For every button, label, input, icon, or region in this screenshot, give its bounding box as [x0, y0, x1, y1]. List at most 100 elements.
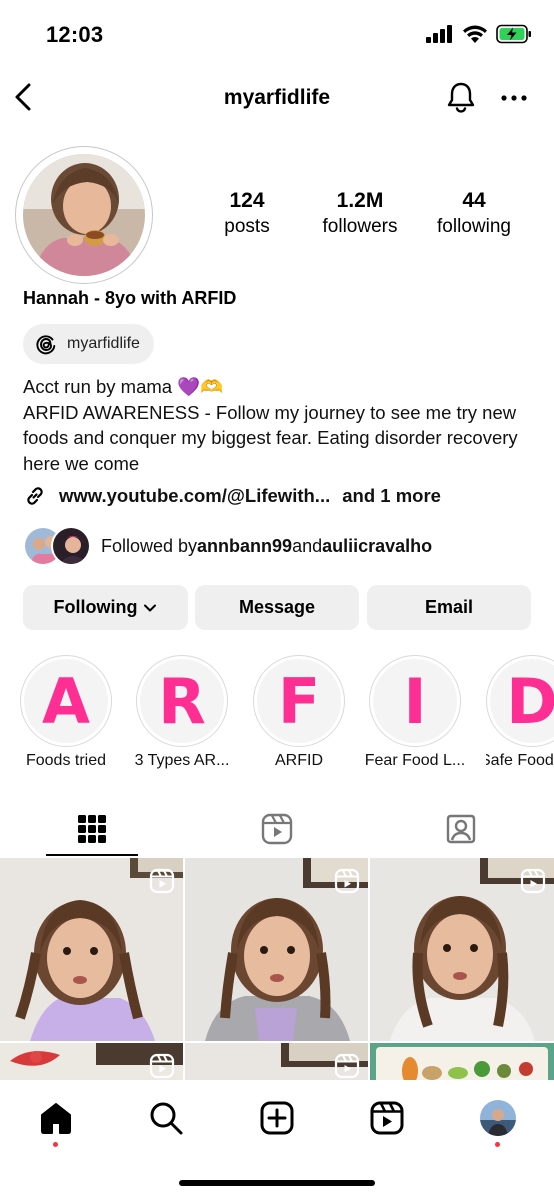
highlight-ring: F	[253, 655, 345, 747]
following-stat[interactable]: 44 following	[414, 188, 534, 239]
highlight-caption: ARFID	[275, 752, 323, 769]
followed-and: and	[292, 535, 323, 556]
home-indicator	[179, 1180, 375, 1186]
posts-grid	[0, 858, 554, 1080]
posts-label: posts	[224, 216, 270, 237]
nav-profile[interactable]	[478, 1098, 518, 1147]
grid-post-3[interactable]	[370, 858, 554, 1041]
highlight-safe-food[interactable]: D Safe Food	[486, 655, 554, 769]
notifications-button[interactable]	[444, 80, 478, 114]
nav-reels[interactable]	[367, 1098, 407, 1138]
grid-post-1[interactable]	[0, 858, 183, 1041]
reel-badge-icon	[334, 1053, 360, 1079]
highlight-ring: A	[20, 655, 112, 747]
posts-count: 124	[229, 189, 265, 212]
tab-tagged[interactable]	[369, 800, 553, 858]
followed-by[interactable]: Followed by annbann99 and auliicravalho	[23, 526, 432, 566]
following-button[interactable]: Following	[23, 585, 188, 630]
followers-stat[interactable]: 1.2M followers	[300, 188, 420, 239]
reel-badge-icon	[149, 1053, 175, 1079]
grid-icon	[78, 815, 106, 843]
email-button[interactable]: Email	[367, 585, 531, 630]
followers-count: 1.2M	[336, 189, 384, 212]
highlight-letter: I	[373, 659, 457, 743]
message-button-label: Message	[238, 597, 316, 617]
highlight-arfid[interactable]: F ARFID	[253, 655, 345, 769]
content-tabs	[0, 800, 554, 858]
home-notification-dot	[53, 1142, 58, 1147]
create-post-icon	[260, 1101, 294, 1135]
reels-nav-icon	[370, 1101, 404, 1135]
grid-post-4[interactable]	[0, 1043, 183, 1080]
chevron-left-icon	[15, 83, 31, 111]
more-options-button[interactable]	[500, 86, 528, 110]
highlight-letter: R	[140, 659, 224, 743]
battery-charging-icon	[496, 24, 531, 44]
highlight-fear-food[interactable]: I Fear Food L...	[365, 655, 465, 769]
profile-header: myarfidlife	[0, 72, 554, 124]
highlight-letter: D	[490, 659, 554, 743]
following-button-label: Following	[53, 597, 138, 617]
highlight-letter: A	[24, 659, 108, 743]
signal-icon	[426, 25, 452, 43]
wifi-icon	[463, 25, 487, 43]
tab-reels[interactable]	[185, 800, 369, 858]
highlight-caption: 3 Types AR...	[134, 752, 230, 769]
reels-icon	[261, 813, 293, 845]
profile-link[interactable]: www.youtube.com/@Lifewith... and 1 more	[23, 484, 441, 508]
more-icon	[501, 95, 527, 101]
nav-profile-avatar	[480, 1100, 516, 1136]
follower-avatar-2	[51, 526, 91, 566]
highlight-caption: Fear Food L...	[364, 752, 466, 769]
status-icons	[426, 24, 532, 44]
link-url[interactable]: www.youtube.com/@Lifewith...	[59, 485, 330, 507]
link-more[interactable]: and 1 more	[342, 485, 441, 507]
profile-notification-dot	[495, 1142, 500, 1147]
email-button-label: Email	[424, 597, 474, 617]
followed-prefix: Followed by	[101, 535, 198, 556]
status-time: 12:03	[46, 22, 104, 47]
back-button[interactable]	[10, 80, 38, 114]
highlight-safe-food-clip: D Safe Food	[486, 655, 554, 785]
profile-picture[interactable]	[23, 154, 145, 276]
profile-full-name: Hannah - 8yo with ARFID	[23, 288, 237, 308]
active-tab-indicator	[46, 854, 138, 856]
followed-user-1[interactable]: annbann99	[197, 536, 292, 557]
highlight-letter: F	[257, 659, 341, 743]
bio-line-1: Acct run by mama 💜🫶	[23, 376, 224, 397]
link-icon	[27, 487, 43, 505]
nav-create[interactable]	[257, 1098, 297, 1138]
following-count: 44	[462, 189, 486, 212]
posts-stat[interactable]: 124 posts	[187, 188, 307, 239]
nav-search[interactable]	[146, 1098, 186, 1138]
home-icon	[41, 1103, 71, 1134]
highlight-3-types-arfid[interactable]: R 3 Types AR...	[135, 655, 229, 769]
bell-icon	[447, 82, 475, 113]
status-bar: 12:03	[0, 0, 554, 70]
tab-posts-grid[interactable]	[0, 800, 184, 858]
highlight-caption: Safe Food	[486, 752, 554, 769]
threads-handle: myarfidlife	[67, 335, 140, 352]
followers-label: followers	[322, 216, 398, 237]
grid-post-2[interactable]	[185, 858, 368, 1041]
following-label: following	[437, 216, 511, 237]
threads-icon	[36, 335, 56, 355]
highlight-ring: D	[486, 655, 554, 747]
highlight-foods-tried[interactable]: A Foods tried	[20, 655, 112, 769]
highlight-ring: I	[369, 655, 461, 747]
search-icon	[150, 1102, 183, 1135]
threads-badge[interactable]: myarfidlife	[23, 324, 154, 364]
nav-home[interactable]	[36, 1098, 76, 1147]
chevron-down-icon	[144, 604, 157, 611]
highlight-caption: Foods tried	[25, 752, 107, 769]
highlight-ring: R	[136, 655, 228, 747]
followed-user-2[interactable]: auliicravalho	[322, 536, 432, 557]
profile-bio: Acct run by mama 💜🫶 ARFID AWARENESS - Fo…	[23, 374, 533, 476]
tagged-icon	[446, 814, 476, 844]
grid-post-5[interactable]	[185, 1043, 368, 1080]
grid-post-6[interactable]	[370, 1043, 554, 1080]
bio-text: ARFID AWARENESS - Follow my journey to s…	[23, 401, 518, 474]
reel-badge-icon	[334, 868, 360, 894]
reel-badge-icon	[520, 868, 546, 894]
message-button[interactable]: Message	[195, 585, 359, 630]
